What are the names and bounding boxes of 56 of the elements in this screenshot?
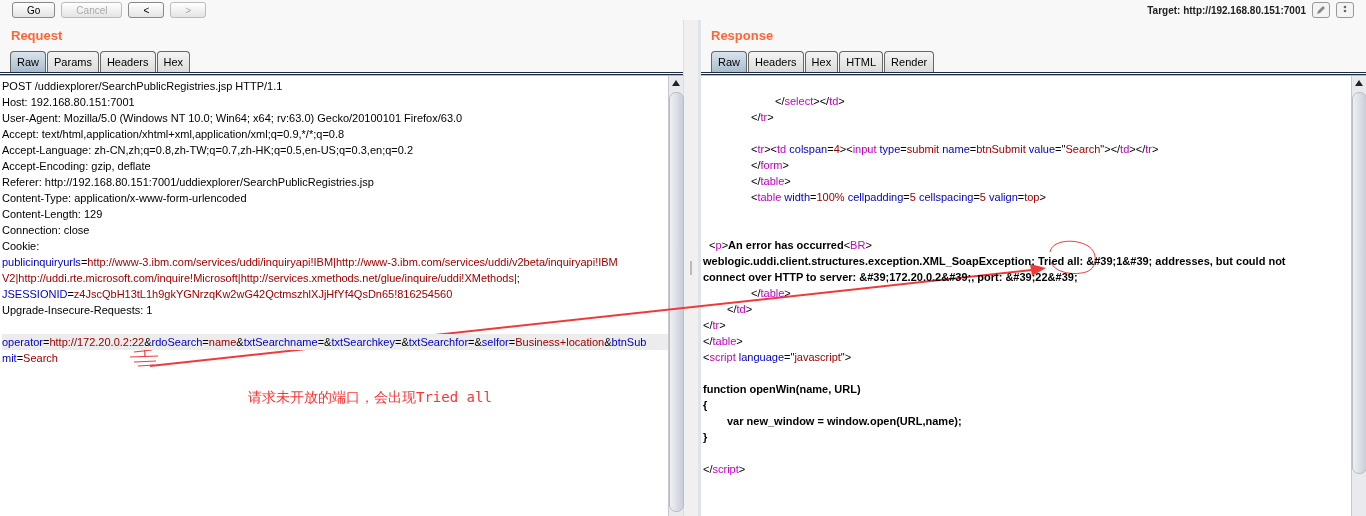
code-line: </select></td> [774,94,846,109]
code-line: function openWin(name, URL) [703,382,862,397]
toolbar-button[interactable]: Go [12,2,56,18]
message-editor[interactable] [0,75,683,516]
code-line: <tr><td colspan=4><input type=submit name=btnSubmit value="Search"></td></tr> [750,142,1160,157]
code-line: POST /uddiexplorer/SearchPublicRegistries.jsp HTTP/1.1 [2,79,284,94]
code-line: </table> [750,286,792,301]
code-line: Content-Length: 129 [2,207,104,222]
code-line: </table> [750,174,792,189]
code-line: Referer: http://192.168.80.151:7001/uddiexplorer/SearchPublicRegistries.jsp [2,175,375,190]
code-line: Accept-Encoding: gzip, deflate [2,159,152,174]
code-line: JSESSIONID=z4JscQbH13tL1h9gkYGNrzqKw2wG42QctmszhlXJjHfYf4QsDn65!816254560 [2,287,454,302]
target-label: Target: http://192.168.80.151:7001 [1147,4,1306,16]
code-line: Host: 192.168.80.151:7001 [2,95,136,110]
edit-button[interactable] [1312,2,1330,18]
up-arrow-icon[interactable] [1355,80,1363,86]
code-line: weblogic.uddi.client.structures.exception.XML_SoapException: Tried all: &#39;1&#39; addresses, but could not [703,254,1287,269]
pane-title: Request [10,26,64,45]
tab[interactable]: Raw [10,51,46,72]
code-line: Content-Type: application/x-www-form-urlencoded [2,191,248,206]
code-line: </script> [703,462,747,477]
pencil-icon [1316,5,1326,15]
code-line: var new_window = window.open(URL,name); [726,414,963,429]
tab[interactable]: Hex [156,51,191,72]
code-line: </tr> [703,318,727,333]
code-line: Cookie: [2,239,41,254]
code-line: </form> [750,158,790,173]
tab[interactable]: Params [47,51,99,72]
code-line: <table width=100% cellpadding=5 cellspacing=5 valign=top> [750,190,1047,205]
code-line: publicinquiryurls=http://www-3.ibm.com/services/uddi/inquiryapi!IBM|http://www-3.ibm.com/services/uddi/v2beta/inquiryapi!IBM [2,255,619,270]
tab[interactable]: Hex [804,51,839,72]
code-line: <p>An error has occurred<BR> [708,238,873,253]
dots-icon [1343,5,1347,15]
code-line: </td> [726,302,754,317]
tab[interactable]: HTML [839,51,884,72]
tab[interactable]: Headers [748,51,804,72]
code-line: V2|http://uddi.rte.microsoft.com/inquire!Microsoft|http://services.xmethods.net/glue/inquire/uddi!XMethods|; [2,271,521,286]
code-line: </table> [703,334,744,349]
code-line: { [703,398,709,413]
tab[interactable]: Raw [711,51,747,72]
tab[interactable]: Headers [99,51,156,72]
message-editor[interactable] [701,75,1366,516]
code-line: Accept: text/html,application/xhtml+xml,application/xml;q=0.9,*/*;q=0.8 [2,127,346,142]
pane-title: Response [710,26,775,45]
code-line: Accept-Language: zh-CN,zh;q=0.8,zh-TW;q=0.7,zh-HK;q=0.5,en-US;q=0.3,en;q=0.2 [2,143,415,158]
up-arrow-icon[interactable] [672,80,680,86]
code-line: } [703,430,709,445]
code-line: User-Agent: Mozilla/5.0 (Windows NT 10.0; Win64; x64; rv:63.0) Gecko/20100101 Firefox/63.0 [2,111,464,126]
code-line: Upgrade-Insecure-Requests: 1 [2,303,154,318]
code-line: </tr> [750,110,775,125]
toolbar-button[interactable]: < [128,2,165,18]
annotation-text: 请求未开放的端口，会出现Tried all [248,389,492,407]
code-line: <script language="javascript"> [703,350,853,365]
code-line: mit=Search [2,351,59,366]
code-line: Connection: close [2,223,91,238]
tab[interactable]: Render [884,51,935,72]
